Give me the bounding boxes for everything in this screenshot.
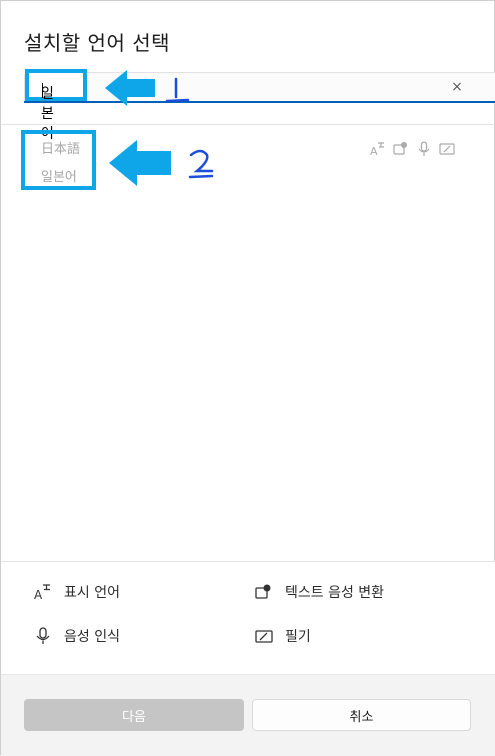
annotation-label-1 [164,75,194,109]
microphone-icon [36,627,50,644]
legend-speech-recognition: 음성 인식 [34,626,120,646]
annotation-label-2 [187,145,217,185]
divider [1,124,495,125]
dialog-title: 설치할 언어 선택 [24,31,171,55]
text-to-speech-icon [392,140,409,157]
legend-text-to-speech: 텍스트 음성 변환 [255,582,384,602]
annotation-highlight-search: 일본어 [25,69,87,142]
search-field[interactable]: × [24,72,495,103]
search-input[interactable] [24,72,495,103]
display-language-icon: A [34,584,50,601]
display-language-icon: A [369,140,386,157]
search-focus-underline [24,101,495,103]
language-feature-icons: A [369,140,455,158]
legend-handwriting: 필기 [255,626,311,646]
install-language-dialog: 설치할 언어 선택 × 일본어 日本語 일본어 A A 표시 언어 텍스트 음성… [0,0,495,756]
speech-recognition-icon [415,140,432,157]
language-local-name: 일본어 [41,170,77,185]
legend-display-language: A 표시 언어 [34,584,120,601]
dialog-footer: 다음 취소 [1,674,495,756]
text-to-speech-icon [255,584,271,599]
feature-legend: A 표시 언어 텍스트 음성 변환 음성 인식 필기 [1,561,495,674]
svg-text:A: A [370,145,378,157]
svg-text:A: A [34,588,43,601]
annotation-arrow-1-icon [105,70,155,106]
clear-search-icon[interactable]: × [448,78,466,96]
handwriting-icon [438,140,455,157]
cancel-button[interactable]: 취소 [252,699,471,731]
next-button[interactable]: 다음 [24,699,244,731]
annotation-arrow-2-icon [109,140,171,186]
handwriting-icon [255,630,273,643]
language-native-name: 日本語 [41,142,81,157]
